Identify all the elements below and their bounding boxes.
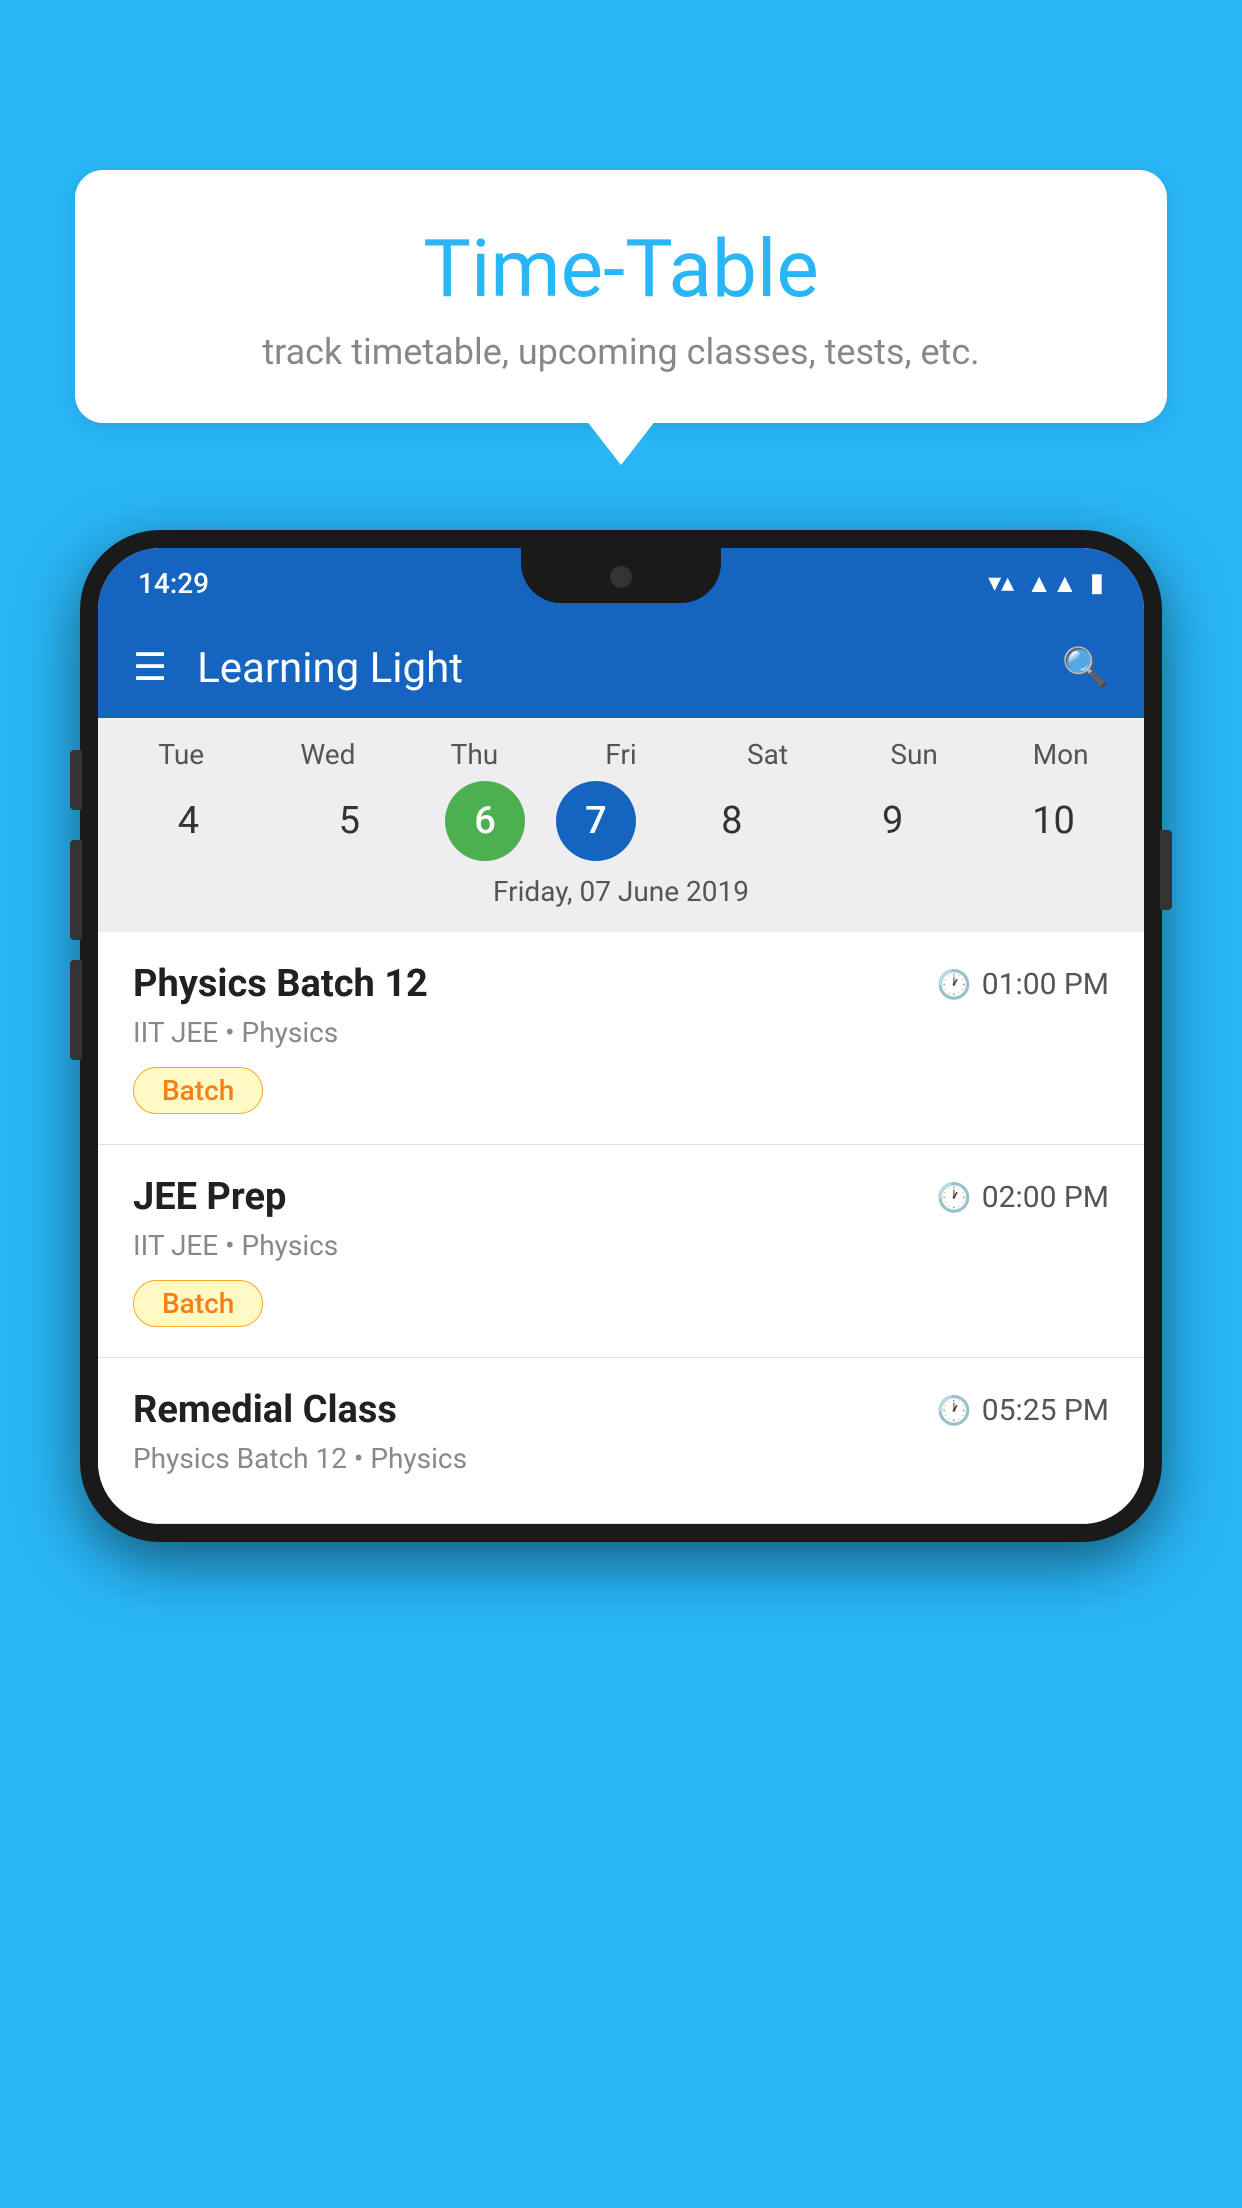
item-subtitle-3: Physics Batch 12 • Physics	[133, 1442, 1109, 1475]
item-subtitle-1: IIT JEE • Physics	[133, 1016, 1109, 1049]
item-name-2: JEE Prep	[133, 1175, 286, 1219]
day-label-mon: Mon	[996, 738, 1126, 771]
item-header-2: JEE Prep 🕐 02:00 PM	[133, 1175, 1109, 1219]
speech-bubble: Time-Table track timetable, upcoming cla…	[75, 170, 1167, 423]
timetable-item-3[interactable]: Remedial Class 🕐 05:25 PM Physics Batch …	[98, 1358, 1144, 1524]
day-10[interactable]: 10	[988, 781, 1118, 861]
item-badge-2: Batch	[133, 1280, 263, 1327]
day-label-thu: Thu	[409, 738, 539, 771]
phone-screen: 14:29 ▾▴ ▲▲ ▮ ☰ Learning Light 🔍 Tue Wed…	[98, 548, 1144, 1524]
day-4[interactable]: 4	[123, 781, 253, 861]
day-6-today[interactable]: 6	[445, 781, 525, 861]
wifi-icon: ▾▴	[988, 568, 1014, 598]
day-9[interactable]: 9	[828, 781, 958, 861]
power-button	[1160, 830, 1172, 910]
app-bar: ☰ Learning Light 🔍	[98, 618, 1144, 718]
phone-container: 14:29 ▾▴ ▲▲ ▮ ☰ Learning Light 🔍 Tue Wed…	[80, 530, 1162, 2208]
day-label-fri: Fri	[556, 738, 686, 771]
item-time-1: 🕐 01:00 PM	[937, 967, 1109, 1002]
day-label-sun: Sun	[849, 738, 979, 771]
item-time-2: 🕐 02:00 PM	[937, 1180, 1109, 1215]
timetable-list: Physics Batch 12 🕐 01:00 PM IIT JEE • Ph…	[98, 932, 1144, 1524]
status-time: 14:29	[138, 567, 209, 600]
item-header-1: Physics Batch 12 🕐 01:00 PM	[133, 962, 1109, 1006]
bubble-subtitle: track timetable, upcoming classes, tests…	[135, 331, 1107, 373]
timetable-item-2[interactable]: JEE Prep 🕐 02:00 PM IIT JEE • Physics Ba…	[98, 1145, 1144, 1358]
selected-date-label: Friday, 07 June 2019	[108, 875, 1134, 922]
item-badge-1: Batch	[133, 1067, 263, 1114]
day-7-selected[interactable]: 7	[556, 781, 636, 861]
item-header-3: Remedial Class 🕐 05:25 PM	[133, 1388, 1109, 1432]
clock-icon-3: 🕐	[937, 1394, 972, 1427]
status-bar: 14:29 ▾▴ ▲▲ ▮	[98, 548, 1144, 618]
timetable-item-1[interactable]: Physics Batch 12 🕐 01:00 PM IIT JEE • Ph…	[98, 932, 1144, 1145]
day-8[interactable]: 8	[667, 781, 797, 861]
day-5[interactable]: 5	[284, 781, 414, 861]
day-labels: Tue Wed Thu Fri Sat Sun Mon	[108, 738, 1134, 771]
volume-silent-button	[70, 750, 82, 810]
clock-icon-1: 🕐	[937, 968, 972, 1001]
day-label-sat: Sat	[703, 738, 833, 771]
clock-icon-2: 🕐	[937, 1181, 972, 1214]
camera-dot	[610, 566, 632, 588]
signal-icon: ▲▲	[1026, 568, 1077, 599]
item-subtitle-2: IIT JEE • Physics	[133, 1229, 1109, 1262]
app-title: Learning Light	[197, 644, 1032, 693]
day-label-wed: Wed	[263, 738, 393, 771]
day-numbers: 4 5 6 7 8 9 10	[108, 781, 1134, 861]
volume-down-button	[70, 960, 82, 1060]
item-time-value-3: 05:25 PM	[982, 1393, 1109, 1428]
status-icons: ▾▴ ▲▲ ▮	[988, 568, 1104, 599]
volume-up-button	[70, 840, 82, 940]
item-name-1: Physics Batch 12	[133, 962, 428, 1006]
day-label-tue: Tue	[116, 738, 246, 771]
battery-icon: ▮	[1090, 568, 1104, 598]
bubble-title: Time-Table	[135, 225, 1107, 313]
calendar-strip: Tue Wed Thu Fri Sat Sun Mon 4 5 6 7 8 9 …	[98, 718, 1144, 932]
search-icon[interactable]: 🔍	[1062, 646, 1109, 690]
phone-outer: 14:29 ▾▴ ▲▲ ▮ ☰ Learning Light 🔍 Tue Wed…	[80, 530, 1162, 1542]
item-time-3: 🕐 05:25 PM	[937, 1393, 1109, 1428]
item-time-value-1: 01:00 PM	[982, 967, 1109, 1002]
item-time-value-2: 02:00 PM	[982, 1180, 1109, 1215]
item-name-3: Remedial Class	[133, 1388, 397, 1432]
hamburger-icon[interactable]: ☰	[133, 649, 167, 687]
